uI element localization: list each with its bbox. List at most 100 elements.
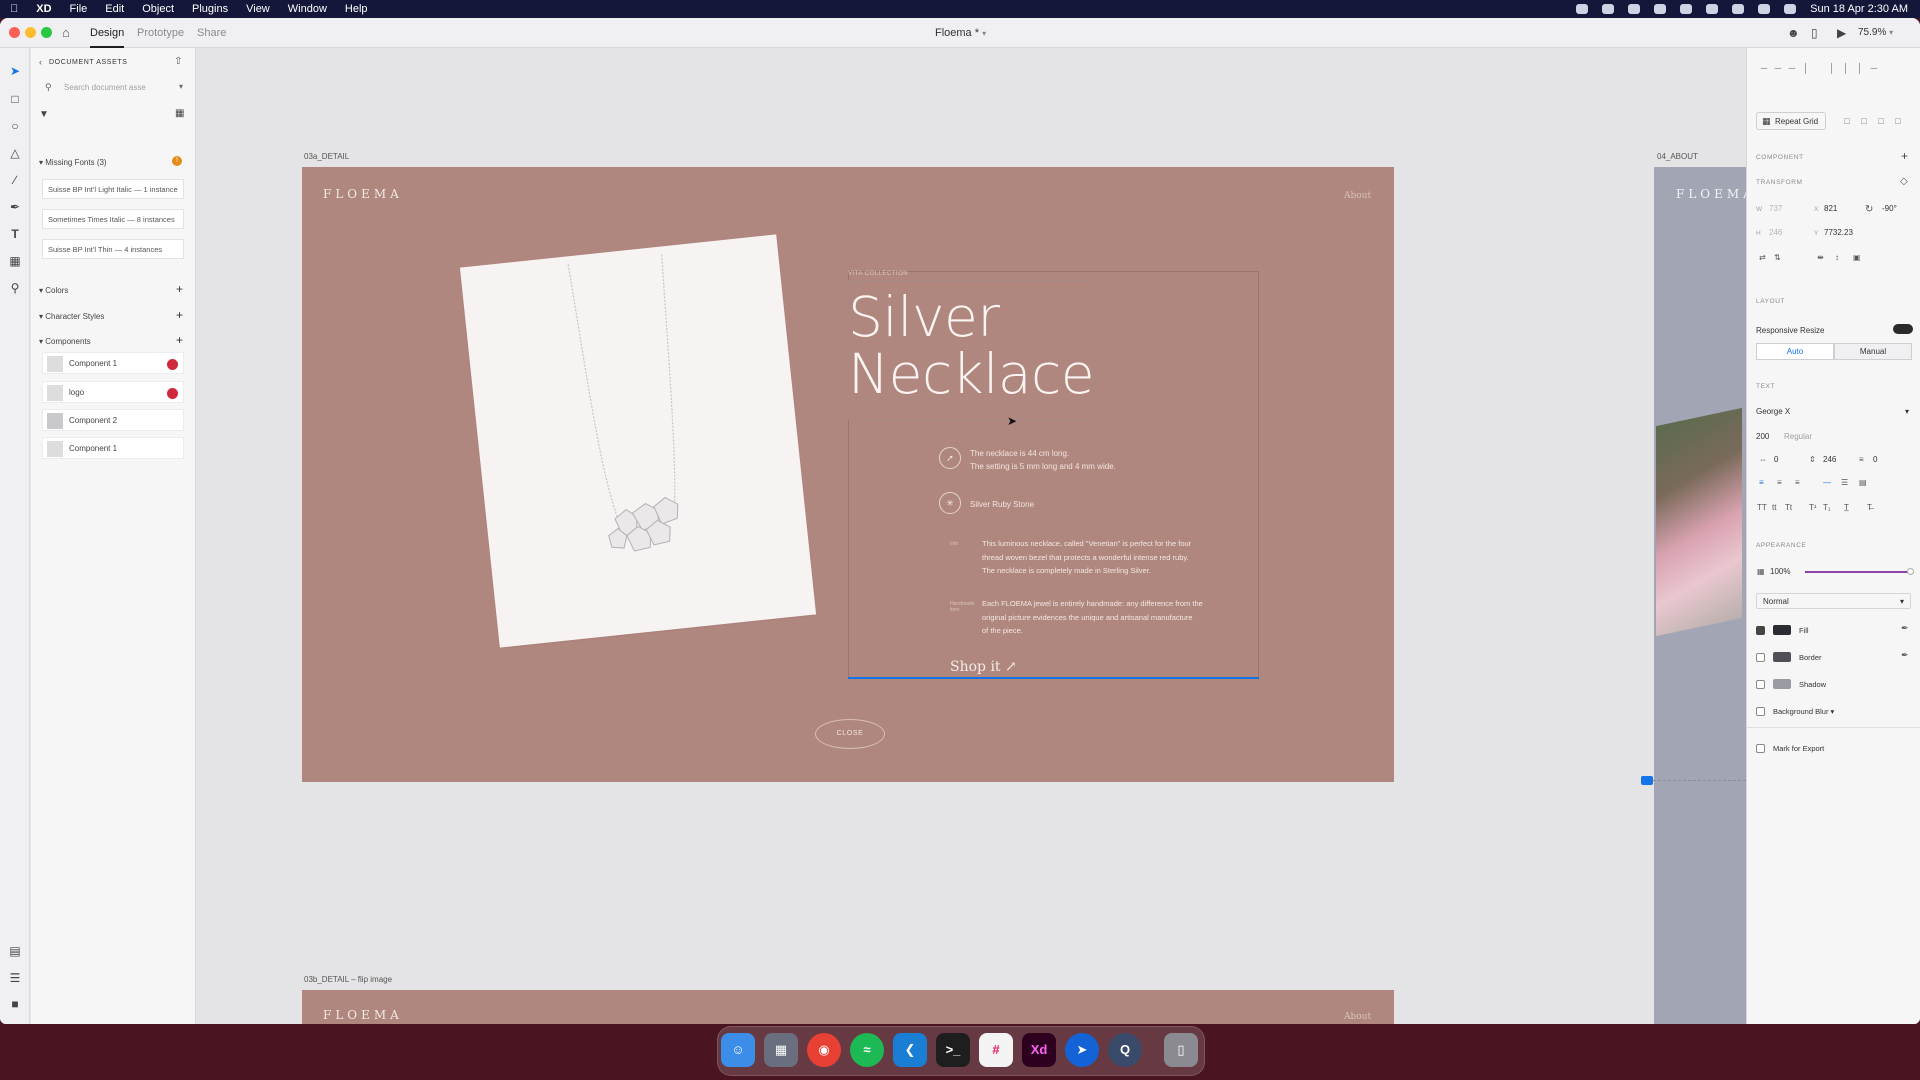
artboard-label[interactable]: 03b_DETAIL – flip image [304,975,392,984]
rectangle-tool-icon[interactable]: □ [7,91,23,107]
grid-view-icon[interactable]: ▦ [175,108,184,119]
missing-font-item[interactable]: Sometimes Times Italic — 8 instances [42,209,184,229]
handmade-paragraph[interactable]: Each FLOEMA jewel is entirely handmade: … [982,597,1227,638]
minimize-window-button[interactable] [25,27,36,38]
description-paragraph[interactable]: This luminous necklace, called "Venetian… [982,537,1227,578]
zoom-tool-icon[interactable]: ⚲ [7,280,23,296]
x-field[interactable]: 821 [1824,204,1837,213]
stone-text[interactable]: Silver Ruby Stone [970,498,1034,511]
vscode-icon[interactable]: ❮ [893,1033,927,1067]
dimension-text[interactable]: The necklace is 44 cm long. The setting … [970,447,1116,473]
trash-icon[interactable]: ▯ [1164,1033,1198,1067]
zoom-window-button[interactable] [41,27,52,38]
align-text-center-icon[interactable]: ≡ [1777,478,1782,487]
distribute-vertical-icon[interactable]: │ [1801,63,1811,73]
auto-segment[interactable]: Auto [1756,343,1834,360]
siri-icon[interactable] [1784,4,1797,14]
floema-logo[interactable]: FLOEMA [1676,187,1746,201]
boolean-exclude-icon[interactable]: □ [1893,116,1903,126]
mark-for-export-checkbox[interactable] [1756,744,1765,753]
shadow-checkbox[interactable] [1756,680,1765,689]
model-photo[interactable] [1656,407,1742,637]
quicktime-icon[interactable]: Q [1108,1033,1142,1067]
character-styles-section[interactable]: ▾ Character Styles [39,312,104,321]
scale-icon[interactable]: ▣ [1853,253,1861,262]
play-icon[interactable]: ▶ [1837,26,1850,40]
add-character-style-icon[interactable]: + [176,308,183,322]
uppercase-icon[interactable]: TT [1757,503,1767,512]
menubar-clock[interactable]: Sun 18 Apr 2:30 AM [1810,3,1908,15]
point-text-icon[interactable]: — [1823,478,1831,487]
flip-vertical-icon[interactable]: ⇅ [1774,253,1781,262]
align-top-icon[interactable]: ─ [1759,63,1769,73]
battery-icon[interactable] [1680,4,1693,14]
boolean-subtract-icon[interactable]: □ [1859,116,1869,126]
colors-section[interactable]: ▾ Colors [39,286,68,295]
flip-horizontal-icon[interactable]: ⇄ [1759,253,1766,262]
superscript-icon[interactable]: T¹ [1809,503,1817,512]
width-field[interactable]: 737 [1769,204,1782,213]
fill-checkbox[interactable] [1756,626,1765,635]
menu-object[interactable]: Object [142,3,174,15]
add-component-icon[interactable]: + [176,333,183,347]
plugins-icon[interactable]: ■ [7,996,23,1012]
necklace-photo[interactable] [459,234,817,648]
search-assets[interactable]: ⚲ Search document asse ▾ [39,80,187,96]
export-icon[interactable]: ⇧ [174,56,182,67]
eyedropper-icon[interactable]: ✒ [1901,650,1909,661]
repeat-grid-button[interactable]: ▦ Repeat Grid [1756,112,1826,130]
y-field[interactable]: 7732.23 [1824,228,1853,237]
opacity-field[interactable]: 100% [1770,567,1790,576]
add-color-icon[interactable]: + [176,282,183,296]
underline-icon[interactable]: T̲ [1844,503,1849,512]
back-chevron-icon[interactable]: ‹ [39,57,42,67]
artboard-detail-flip[interactable]: FLOEMA About [302,990,1394,1024]
boolean-add-icon[interactable]: □ [1842,116,1852,126]
maps-icon[interactable]: ➤ [1065,1033,1099,1067]
titlecase-icon[interactable]: Tt [1785,503,1792,512]
menu-help[interactable]: Help [345,3,368,15]
border-swatch[interactable] [1773,652,1791,662]
text-tool-icon[interactable]: T [7,226,23,242]
device-preview-icon[interactable]: ▯ [1811,26,1824,40]
menu-plugins[interactable]: Plugins [192,3,228,15]
blend-mode-dropdown[interactable]: Normal ▾ [1756,593,1911,609]
fixed-size-text-icon[interactable]: ▤ [1859,478,1867,487]
component-item[interactable]: logo [42,381,184,403]
polygon-tool-icon[interactable]: △ [7,145,23,161]
align-bottom-icon[interactable]: ─ [1787,63,1797,73]
artboard-detail[interactable]: FLOEMA About VITA COLLECTION Silver Neck… [302,167,1394,782]
menu-edit[interactable]: Edit [105,3,124,15]
component-item[interactable]: Component 1 [42,437,184,459]
opacity-slider-thumb[interactable] [1907,568,1914,575]
terminal-icon[interactable]: >_ [936,1033,970,1067]
record-icon[interactable] [1576,4,1589,14]
tab-share[interactable]: Share [197,27,226,39]
artboard-label[interactable]: 04_ABOUT [1657,152,1698,161]
strikethrough-icon[interactable]: T̶ [1867,503,1872,512]
chrome-icon[interactable]: ◉ [807,1033,841,1067]
creative-cloud-icon[interactable] [1602,4,1615,14]
artboard-label[interactable]: 03a_DETAIL [304,152,349,161]
product-title[interactable]: Silver Necklace [848,289,1108,403]
ellipse-tool-icon[interactable]: ○ [7,118,23,134]
tab-prototype[interactable]: Prototype [137,27,184,39]
bluetooth-icon[interactable] [1706,4,1719,14]
pen-tool-icon[interactable]: ✒ [7,199,23,215]
missing-font-item[interactable]: Suisse BP Int'l Thin — 4 instances [42,239,184,259]
artboard-tool-icon[interactable]: ▦ [7,253,23,269]
apple-menu-icon[interactable]:  [10,3,18,15]
missing-fonts-section[interactable]: ▾ Missing Fonts (3) [39,158,107,167]
launchpad-icon[interactable]: ▦ [764,1033,798,1067]
link-broken-icon[interactable] [167,359,178,370]
about-link[interactable]: About [1344,1012,1371,1022]
xd-icon[interactable]: Xd [1022,1033,1056,1067]
align-middle-icon[interactable]: ─ [1773,63,1783,73]
distribute-horizontal-icon[interactable]: ─ [1869,63,1879,73]
fixed-height-icon[interactable]: ↕ [1835,253,1839,262]
background-blur-dropdown[interactable]: Background Blur ▾ [1773,707,1834,716]
home-icon[interactable]: ⌂ [62,25,78,41]
assets-icon[interactable]: ▤ [7,943,23,959]
lowercase-icon[interactable]: tt [1772,503,1776,512]
font-size-field[interactable]: 200 [1756,432,1769,441]
